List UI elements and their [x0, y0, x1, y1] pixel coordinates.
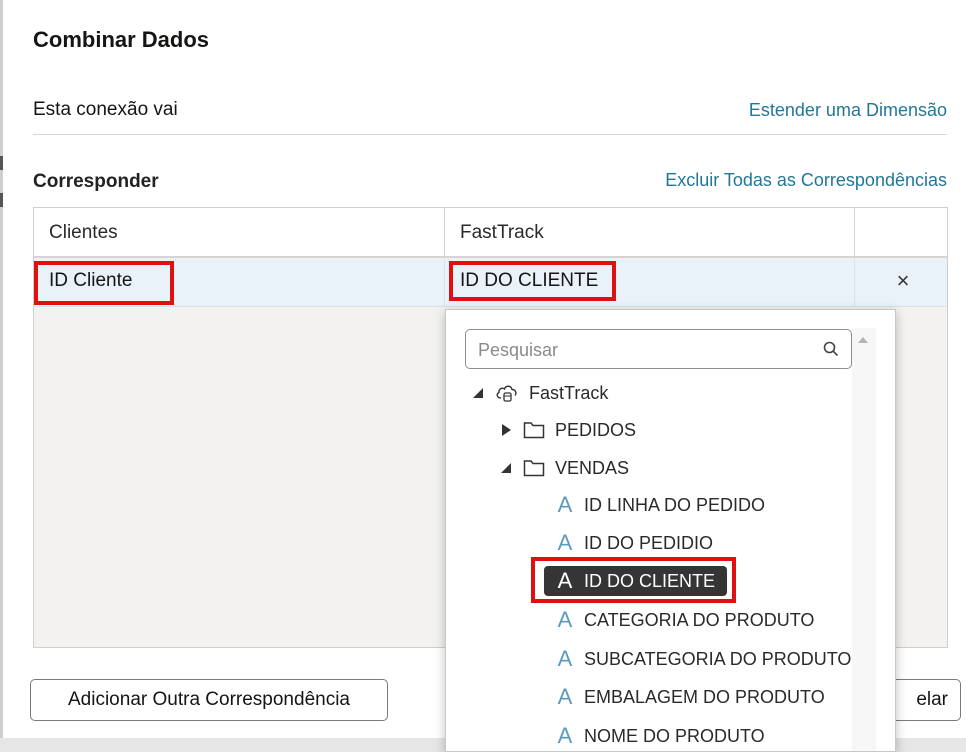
tree-item-label: CATEGORIA DO PRODUTO — [584, 609, 815, 630]
tree-item-attribute[interactable]: A CATEGORIA DO PRODUTO — [555, 603, 815, 637]
column-divider — [854, 259, 855, 307]
expanded-caret-icon[interactable] — [471, 386, 485, 400]
highlight-box-selected — [531, 557, 736, 603]
column-divider — [444, 208, 445, 258]
tree-item-attribute[interactable]: A NOME DO PRODUTO — [555, 719, 765, 751]
tree-item-label: FastTrack — [529, 382, 609, 403]
highlight-box-right — [449, 261, 616, 301]
tree-item-pedidos[interactable]: PEDIDOS — [499, 413, 636, 447]
cancel-label: elar — [916, 689, 948, 710]
attribute-icon: A — [557, 530, 573, 555]
connection-text: Esta conexão vai — [33, 99, 178, 120]
column-header-clientes: Clientes — [49, 222, 118, 243]
attribute-icon: A — [557, 607, 573, 632]
column-header-fasttrack: FastTrack — [460, 222, 544, 243]
attribute-icon: A — [557, 684, 573, 709]
delete-all-matches-link[interactable]: Excluir Todas as Correspondências — [665, 170, 947, 191]
grid-header: Clientes FastTrack — [34, 208, 947, 258]
scroll-up-arrow-icon[interactable] — [856, 334, 870, 346]
tree-item-label: EMBALAGEM DO PRODUTO — [584, 686, 825, 707]
add-another-match-label: Adicionar Outra Correspondência — [68, 689, 350, 710]
tree-item-attribute[interactable]: A ID DO PEDIDIO — [555, 526, 713, 560]
search-input[interactable] — [478, 336, 808, 364]
search-field[interactable] — [465, 329, 852, 369]
match-section-title: Corresponder — [33, 171, 159, 192]
tree-item-label: SUBCATEGORIA DO PRODUTO — [584, 648, 852, 669]
tree-item-label: ID DO PEDIDIO — [584, 532, 714, 553]
collapsed-caret-icon[interactable] — [499, 423, 513, 437]
folder-icon — [523, 422, 545, 439]
expanded-caret-icon[interactable] — [499, 461, 513, 475]
divider — [33, 134, 947, 135]
remove-match-button[interactable]: × — [892, 269, 914, 293]
attribute-icon: A — [557, 492, 573, 517]
tree-item-label: PEDIDOS — [555, 419, 637, 440]
column-picker-popup: FastTrack PEDIDOS VENDAS A ID LINHA DO P… — [445, 309, 896, 752]
folder-icon — [523, 460, 545, 477]
column-divider — [444, 259, 445, 307]
tree-item-vendas[interactable]: VENDAS — [499, 451, 629, 485]
cloud-database-icon — [496, 385, 517, 402]
tree-item-label: ID LINHA DO PEDIDO — [584, 494, 766, 515]
scrollbar[interactable] — [852, 328, 876, 751]
tree-item-attribute[interactable]: A SUBCATEGORIA DO PRODUTO — [555, 642, 852, 676]
tree-item-label: NOME DO PRODUTO — [584, 725, 765, 746]
extend-dimension-link[interactable]: Estender uma Dimensão — [749, 100, 947, 121]
dialog-title: Combinar Dados — [33, 27, 210, 52]
column-divider — [854, 208, 855, 258]
highlight-box-left — [34, 261, 174, 305]
add-another-match-button[interactable]: Adicionar Outra Correspondência — [30, 679, 388, 721]
tree-item-label: VENDAS — [555, 457, 630, 478]
tree-item-fasttrack[interactable]: FastTrack — [471, 376, 608, 410]
attribute-icon: A — [557, 646, 573, 671]
tree-item-attribute[interactable]: A EMBALAGEM DO PRODUTO — [555, 680, 825, 714]
search-icon[interactable] — [823, 341, 839, 357]
tree-item-attribute[interactable]: A ID LINHA DO PEDIDO — [555, 488, 765, 522]
attribute-icon: A — [557, 723, 573, 748]
